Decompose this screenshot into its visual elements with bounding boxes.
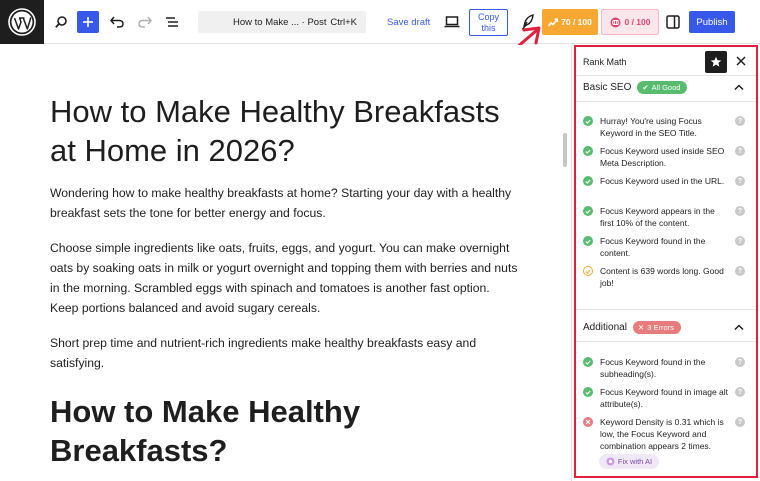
readability-icon <box>610 17 620 27</box>
settings-sidebar-toggle-icon[interactable] <box>662 11 684 33</box>
add-block-button[interactable] <box>77 11 99 33</box>
highlight-frame <box>574 45 758 478</box>
paragraph-block[interactable]: Short prep time and nutrient-rich ingred… <box>50 333 520 373</box>
seo-score-text: 70 / 100 <box>561 17 592 27</box>
publish-button[interactable]: Publish <box>689 11 735 33</box>
paragraph-block[interactable]: Choose simple ingredients like oats, fru… <box>50 238 520 318</box>
preview-desktop-icon[interactable] <box>441 11 463 33</box>
search-icon[interactable] <box>50 11 72 33</box>
plus-icon <box>83 17 93 27</box>
rank-math-chart-icon <box>548 18 559 27</box>
document-type-text: · Post <box>301 16 327 28</box>
wordpress-logo-icon[interactable] <box>0 0 44 44</box>
paragraph-block[interactable]: Wondering how to make healthy breakfasts… <box>50 183 520 223</box>
redo-icon[interactable] <box>134 11 156 33</box>
readability-score-button[interactable]: 0 / 100 <box>601 9 659 35</box>
seo-score-button[interactable]: 70 / 100 <box>542 9 598 35</box>
post-title[interactable]: How to Make Healthy Breakfasts at Home i… <box>50 92 520 170</box>
undo-icon[interactable] <box>106 11 128 33</box>
document-bar[interactable]: How to Make ... · Post Ctrl+K <box>198 11 366 33</box>
document-title-text: How to Make ... <box>233 16 299 28</box>
readability-score-text: 0 / 100 <box>624 17 651 27</box>
editor-toolbar: How to Make ... · Post Ctrl+K Save draft… <box>0 0 760 44</box>
document-title: How to Make ... · Post <box>233 17 326 28</box>
heading-block[interactable]: How to Make Healthy Breakfasts? <box>50 392 520 470</box>
editor-canvas: How to Make Healthy Breakfasts at Home i… <box>0 45 570 481</box>
command-shortcut: Ctrl+K <box>330 16 357 28</box>
save-draft-button[interactable]: Save draft <box>387 17 430 28</box>
document-overview-icon[interactable] <box>161 11 183 33</box>
editor-scrollbar[interactable] <box>563 133 567 167</box>
